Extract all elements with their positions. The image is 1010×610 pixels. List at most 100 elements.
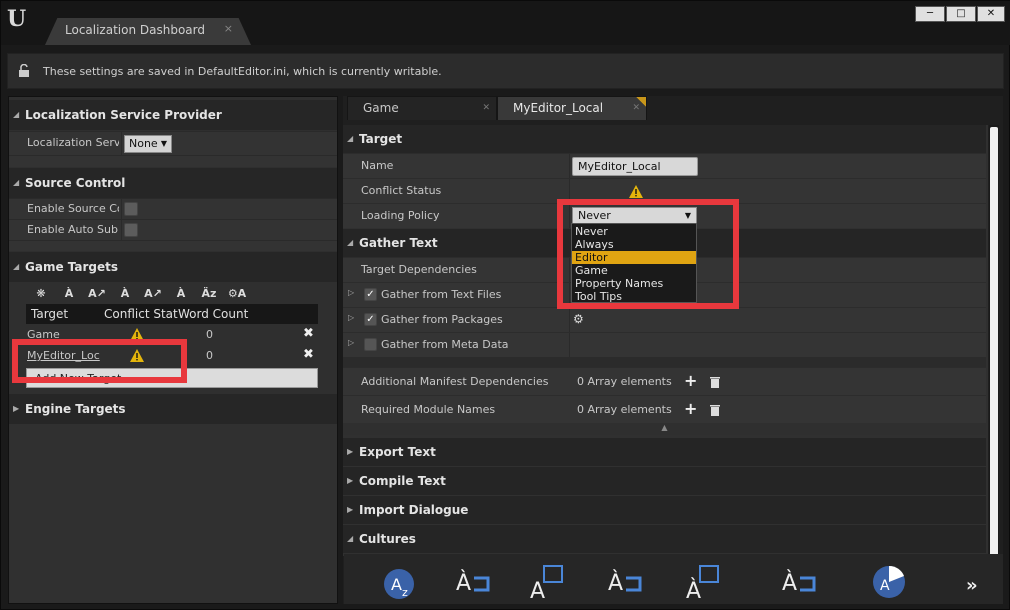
tab-myeditor-local[interactable]: MyEditor_Local ✕ — [497, 96, 647, 120]
expand-caret-icon: ▶ — [347, 505, 354, 514]
section-title: Cultures — [359, 532, 416, 546]
expand-caret-icon[interactable]: ▷ — [348, 338, 354, 347]
tab-game[interactable]: Game ✕ — [347, 96, 497, 120]
gather-text-files-checkbox[interactable]: ✓ — [364, 288, 377, 301]
word-count-value: 0 — [206, 349, 213, 362]
export-text-icon[interactable]: À — [111, 284, 139, 304]
delete-target-icon[interactable]: ✖ — [303, 347, 314, 362]
add-element-icon[interactable]: + — [684, 371, 697, 390]
count-words-icon[interactable]: Äz — [195, 284, 223, 304]
details-scrollbar[interactable] — [989, 125, 999, 565]
section-cultures[interactable]: ◢ Cultures — [343, 525, 986, 553]
delete-target-icon[interactable]: ✖ — [303, 326, 314, 341]
highlight-box-dropdown — [557, 199, 739, 309]
array-count: 0 Array elements — [577, 375, 672, 388]
property-label: Localization Servi — [27, 136, 119, 149]
localization-service-combo[interactable]: None ▼ — [124, 135, 172, 153]
tab-label: MyEditor_Local — [513, 101, 604, 115]
section-game-targets[interactable]: ◢ Game Targets — [9, 252, 337, 282]
property-label: Required Module Names — [361, 403, 496, 416]
svg-text:A: A — [880, 578, 890, 594]
more-options-icon[interactable]: » — [966, 575, 978, 596]
count-words-icon[interactable]: A — [864, 560, 914, 602]
minimize-button[interactable]: ─ — [915, 6, 945, 22]
section-engine-targets[interactable]: ▶ Engine Targets — [9, 394, 337, 424]
tab-close-icon[interactable]: ✕ — [482, 97, 490, 119]
import-text-icon[interactable]: A↗ — [83, 284, 111, 304]
column-header-target: Target — [31, 307, 69, 321]
trash-icon[interactable] — [710, 376, 720, 388]
expand-caret-icon[interactable]: ▷ — [348, 313, 354, 322]
section-export-text[interactable]: ▶ Export Text — [343, 438, 986, 466]
export-dialogue-icon[interactable]: À — [167, 284, 195, 304]
config-info-text: These settings are saved in DefaultEdito… — [43, 65, 442, 78]
section-title: Gather Text — [359, 236, 438, 250]
unreal-logo-icon: U — [7, 6, 27, 32]
section-title: Engine Targets — [25, 402, 126, 416]
expand-caret-icon[interactable]: ▷ — [348, 288, 354, 297]
export-dialogue-icon[interactable]: À — [680, 560, 730, 602]
trash-icon[interactable] — [710, 404, 720, 416]
highlight-box-target — [12, 339, 187, 383]
section-title: Localization Service Provider — [25, 108, 222, 122]
gather-meta-data-row: ▷ Gather from Meta Data — [343, 332, 986, 357]
property-label: Name — [361, 159, 394, 172]
column-divider[interactable] — [121, 132, 122, 155]
collapse-caret-icon: ◢ — [13, 178, 20, 187]
localization-service-row: Localization Servi None ▼ — [9, 131, 337, 155]
section-target[interactable]: ◢ Target — [343, 125, 986, 153]
gather-packages-checkbox[interactable]: ✓ — [364, 313, 377, 326]
section-import-dialogue[interactable]: ▶ Import Dialogue — [343, 496, 986, 524]
warning-icon — [629, 185, 643, 198]
collapse-advanced-icon[interactable]: ▲ — [343, 423, 986, 435]
section-title: Compile Text — [359, 474, 446, 488]
property-label: Gather from Text Files — [381, 288, 502, 301]
gather-text-icon[interactable]: À — [55, 284, 83, 304]
section-compile-text[interactable]: ▶ Compile Text — [343, 467, 986, 495]
import-dialogue-icon[interactable]: À — [600, 560, 650, 602]
gather-text-icon[interactable]: Az — [374, 560, 424, 602]
tab-label: Game — [363, 101, 399, 115]
name-field[interactable]: MyEditor_Local — [572, 157, 698, 176]
tab-close-icon[interactable]: × — [224, 22, 233, 35]
import-text-icon[interactable]: À — [448, 560, 498, 602]
collapse-caret-icon: ◢ — [347, 534, 354, 543]
game-targets-toolbar: ❋ À A↗ À A↗ À Äz ⚙A — [27, 284, 251, 304]
svg-text:z: z — [402, 586, 408, 599]
document-tab-title: Localization Dashboard — [65, 23, 205, 37]
compile-text-icon[interactable]: ⚙A — [223, 284, 251, 304]
document-tab[interactable]: Localization Dashboard × — [45, 18, 251, 45]
gather-meta-data-checkbox[interactable] — [364, 338, 377, 351]
compile-text-icon[interactable]: À — [774, 560, 824, 602]
section-source-control[interactable]: ◢ Source Control — [9, 168, 337, 198]
spacer-row — [343, 357, 986, 367]
scrollbar-thumb[interactable] — [990, 127, 998, 563]
add-element-icon[interactable]: + — [684, 399, 697, 418]
required-modules-row: Required Module Names 0 Array elements + — [343, 395, 986, 423]
import-dialogue-icon[interactable]: A↗ — [139, 284, 167, 304]
column-divider — [569, 333, 570, 357]
property-label: Enable Auto Subm — [27, 223, 119, 236]
gather-all-icon[interactable]: ❋ — [27, 284, 55, 304]
window-controls: ─ □ ✕ — [914, 6, 1005, 22]
close-window-button[interactable]: ✕ — [977, 6, 1005, 22]
section-localization-service[interactable]: ◢ Localization Service Provider — [9, 100, 337, 130]
localization-dashboard-window: U Localization Dashboard × ─ □ ✕ These s… — [0, 0, 1010, 610]
enable-source-control-row: Enable Source Cor — [9, 198, 337, 219]
property-label: Loading Policy — [361, 209, 440, 222]
config-info-bar: These settings are saved in DefaultEdito… — [7, 53, 1004, 89]
enable-source-control-checkbox[interactable] — [124, 202, 138, 216]
empty-panel-area — [9, 424, 337, 603]
maximize-button[interactable]: □ — [946, 6, 976, 22]
enable-auto-submit-row: Enable Auto Subm — [9, 219, 337, 240]
collapse-caret-icon: ◢ — [347, 238, 354, 247]
array-count: 0 Array elements — [577, 403, 672, 416]
cultures-toolbar: Az À A À À À A — [344, 554, 1003, 604]
column-divider — [569, 154, 570, 178]
section-title: Target — [359, 132, 403, 146]
enable-auto-submit-checkbox[interactable] — [124, 223, 138, 237]
export-text-icon[interactable]: A — [524, 560, 574, 602]
column-divider — [121, 199, 122, 219]
game-targets-table-header: Target Conflict Stat Word Count — [26, 304, 318, 324]
property-label: Conflict Status — [361, 184, 442, 197]
